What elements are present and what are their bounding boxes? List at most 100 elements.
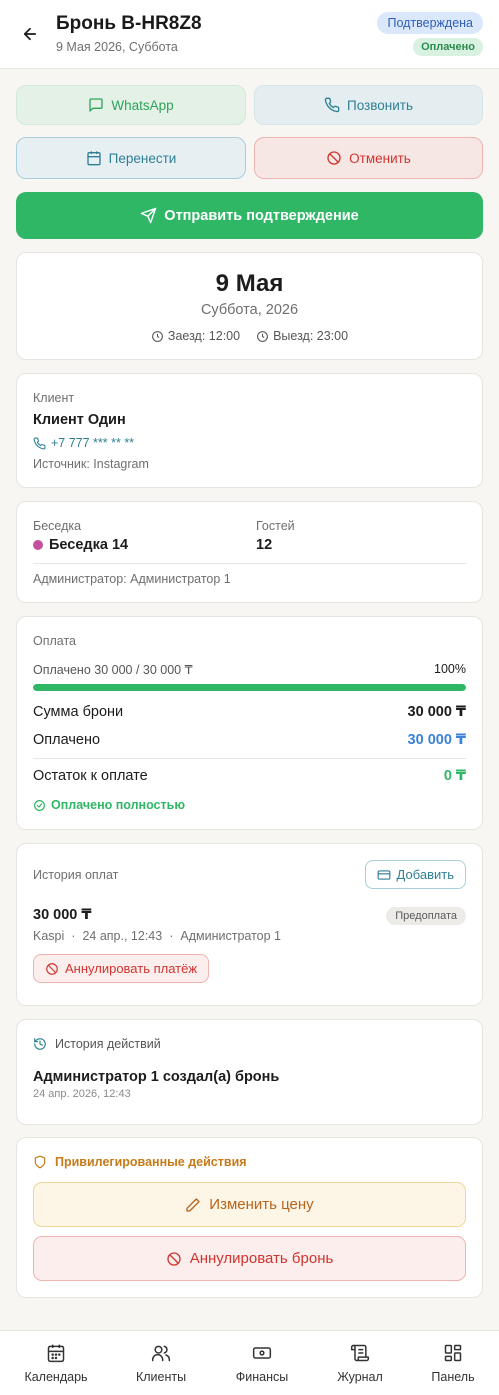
action-history-header: История действий bbox=[33, 1037, 161, 1051]
credit-card-icon bbox=[377, 869, 390, 880]
ban-icon bbox=[167, 1251, 181, 1266]
history-icon bbox=[34, 1038, 46, 1050]
calendar-icon bbox=[47, 1344, 65, 1363]
remaining-value: 0 ₸ bbox=[443, 768, 466, 784]
add-payment-label: Добавить bbox=[396, 867, 454, 882]
separator: · bbox=[71, 929, 76, 943]
payment-amount: 30 000 ₸ bbox=[33, 907, 92, 923]
gazebo-color-dot bbox=[33, 540, 43, 550]
total-value: 30 000 ₸ bbox=[407, 704, 466, 720]
payment-section-label: Оплата bbox=[33, 634, 76, 648]
send-confirmation-label: Отправить подтверждение bbox=[164, 207, 359, 224]
guests-label: Гостей bbox=[256, 519, 295, 533]
payment-method: Kaspi bbox=[33, 929, 65, 943]
page-header: Бронь B-HR8Z8 9 Мая 2026, Суббота Подтве… bbox=[0, 0, 499, 69]
banknote-icon bbox=[252, 1347, 272, 1359]
bottom-navigation: Календарь Клиенты Финансы Журнал Панель bbox=[0, 1330, 499, 1395]
remaining-label: Остаток к оплате bbox=[33, 768, 148, 784]
date-card: 9 Мая Суббота, 2026 Заезд: 12:00 Выезд: … bbox=[16, 252, 483, 360]
void-payment-button[interactable]: Аннулировать платёж bbox=[33, 954, 210, 983]
checkout-time: Выезд: 23:00 bbox=[256, 329, 348, 343]
reschedule-button[interactable]: Перенести bbox=[16, 137, 246, 179]
gazebo-name: Беседка 14 bbox=[49, 537, 129, 553]
checkin-label: Заезд: 12:00 bbox=[167, 329, 241, 343]
total-label: Сумма брони bbox=[33, 704, 124, 720]
client-source: Источник: Instagram bbox=[33, 457, 149, 471]
dashboard-icon bbox=[444, 1344, 462, 1362]
nav-item-calendar[interactable]: Календарь bbox=[6, 1331, 106, 1395]
page-subtitle: 9 Мая 2026, Суббота bbox=[56, 40, 178, 54]
call-label: Позвонить bbox=[347, 97, 413, 113]
phone-icon bbox=[324, 97, 340, 113]
clock-icon bbox=[257, 330, 268, 342]
scroll-icon bbox=[350, 1344, 370, 1362]
divider bbox=[33, 758, 466, 759]
call-button[interactable]: Позвонить bbox=[254, 85, 483, 125]
gazebo-name-row: Беседка 14 bbox=[33, 537, 128, 553]
privileged-header: Привилегированные действия bbox=[33, 1155, 247, 1169]
nav-item-finance[interactable]: Финансы bbox=[212, 1331, 312, 1395]
whatsapp-button[interactable]: WhatsApp bbox=[16, 85, 246, 125]
send-icon bbox=[141, 207, 157, 224]
arrow-left-icon bbox=[23, 27, 37, 41]
add-payment-button[interactable]: Добавить bbox=[364, 860, 466, 889]
gazebo-section-label: Беседка bbox=[33, 519, 82, 533]
payment-meta: Kaspi · 24 апр., 12:43 · Администратор 1 bbox=[33, 929, 281, 943]
nav-item-journal[interactable]: Журнал bbox=[310, 1331, 410, 1395]
divider bbox=[33, 563, 466, 564]
calendar-icon bbox=[86, 151, 101, 166]
change-price-label: Изменить цену bbox=[209, 1196, 314, 1213]
gazebo-card: Беседка Беседка 14 Гостей 12 Администрат… bbox=[16, 501, 483, 603]
message-icon bbox=[89, 98, 104, 112]
nav-label: Клиенты bbox=[135, 1370, 187, 1384]
cancel-button[interactable]: Отменить bbox=[254, 137, 483, 179]
payment-admin: Администратор 1 bbox=[180, 929, 281, 943]
privileged-actions-card: Привилегированные действия Изменить цену… bbox=[16, 1137, 483, 1298]
checkin-checkout: Заезд: 12:00 Выезд: 23:00 bbox=[17, 329, 482, 343]
payment-status-badge: Оплачено bbox=[413, 38, 483, 56]
void-booking-button[interactable]: Аннулировать бронь bbox=[33, 1236, 466, 1281]
client-card: Клиент Клиент Один +7 777 *** ** ** Исто… bbox=[16, 373, 483, 488]
booking-date: 9 Мая bbox=[215, 270, 284, 297]
payment-card: Оплата Оплачено 30 000 / 30 000 ₸ 100% С… bbox=[16, 616, 483, 830]
booking-weekday: Суббота, 2026 bbox=[200, 302, 299, 318]
paid-label: Оплачено bbox=[33, 732, 101, 748]
nav-item-panel[interactable]: Панель bbox=[403, 1331, 499, 1395]
users-icon bbox=[151, 1345, 171, 1362]
action-history-card: История действий Администратор 1 создал(… bbox=[16, 1019, 483, 1125]
client-name: Клиент Один bbox=[33, 412, 126, 428]
phone-icon bbox=[33, 437, 46, 449]
action-history-text: Администратор 1 создал(а) бронь bbox=[33, 1069, 280, 1085]
payment-status-text: Оплачено полностью bbox=[51, 798, 185, 812]
back-button[interactable] bbox=[18, 22, 42, 46]
check-circle-icon bbox=[34, 799, 45, 811]
void-payment-label: Аннулировать платёж bbox=[65, 961, 198, 976]
clock-icon bbox=[152, 330, 163, 342]
privileged-label: Привилегированные действия bbox=[55, 1155, 247, 1169]
whatsapp-label: WhatsApp bbox=[111, 97, 174, 113]
payment-datetime: 24 апр., 12:43 bbox=[82, 929, 163, 943]
nav-item-clients[interactable]: Клиенты bbox=[111, 1331, 211, 1395]
action-history-datetime: 24 апр. 2026, 12:43 bbox=[33, 1088, 131, 1100]
cancel-label: Отменить bbox=[349, 150, 411, 166]
change-price-button[interactable]: Изменить цену bbox=[33, 1182, 466, 1227]
page-title: Бронь B-HR8Z8 bbox=[56, 13, 202, 34]
payment-history-card: История оплат Добавить 30 000 ₸ Предопла… bbox=[16, 843, 483, 1006]
payment-type-tag: Предоплата bbox=[386, 907, 466, 925]
paid-value: 30 000 ₸ bbox=[407, 732, 466, 748]
payment-progress-percent: 100% bbox=[434, 662, 466, 676]
send-confirmation-button[interactable]: Отправить подтверждение bbox=[16, 192, 483, 239]
client-phone-link[interactable]: +7 777 *** ** ** bbox=[33, 436, 134, 450]
checkin-time: Заезд: 12:00 bbox=[151, 329, 240, 343]
nav-label: Панель bbox=[431, 1370, 475, 1384]
payment-status: Оплачено полностью bbox=[33, 798, 185, 812]
pencil-icon bbox=[186, 1197, 200, 1212]
payment-history-label: История оплат bbox=[33, 868, 119, 882]
action-history-label: История действий bbox=[55, 1037, 161, 1051]
checkout-label: Выезд: 23:00 bbox=[273, 329, 349, 343]
guests-count: 12 bbox=[256, 537, 273, 553]
void-booking-label: Аннулировать бронь bbox=[189, 1250, 334, 1267]
client-section-label: Клиент bbox=[33, 391, 75, 405]
ban-icon bbox=[46, 962, 58, 975]
nav-label: Календарь bbox=[24, 1370, 88, 1384]
